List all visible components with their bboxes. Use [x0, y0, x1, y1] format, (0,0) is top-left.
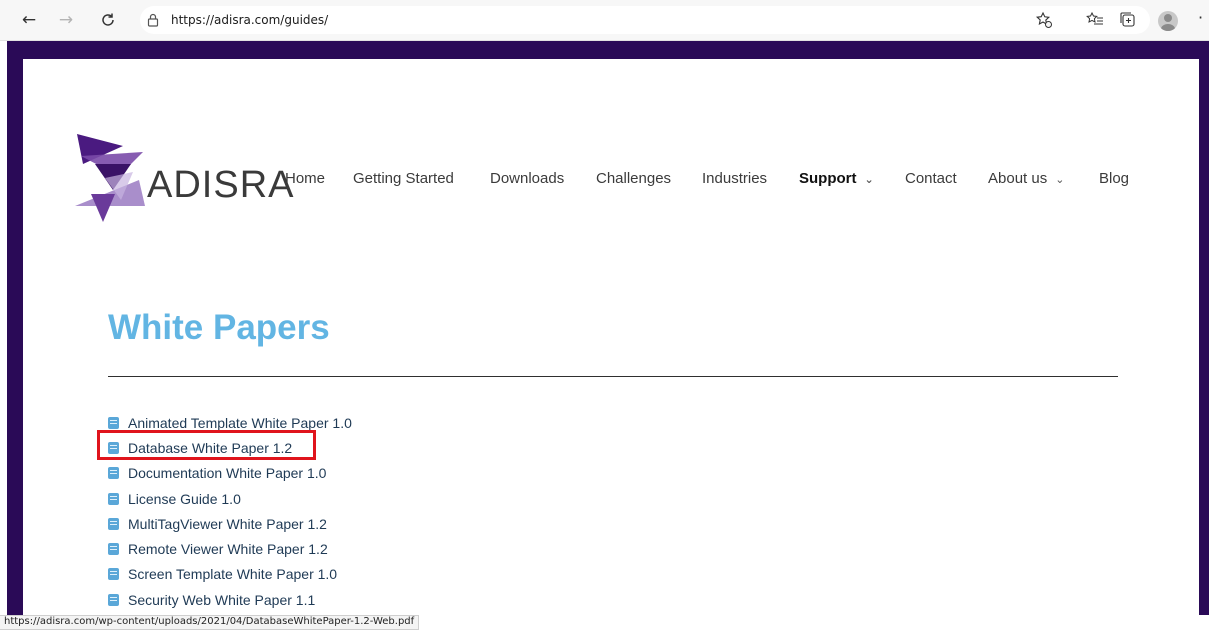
url-text[interactable]: https://adisra.com/guides/ [171, 13, 328, 27]
list-item: MultiTagViewer White Paper 1.2 [108, 511, 352, 536]
collections-icon[interactable] [1118, 10, 1138, 30]
favorites-icon[interactable] [1085, 10, 1105, 30]
nav-downloads[interactable]: Downloads [490, 170, 564, 187]
nav-industries[interactable]: Industries [702, 170, 767, 187]
paper-link[interactable]: Animated Template White Paper 1.0 [128, 415, 352, 431]
refresh-icon[interactable] [96, 8, 120, 32]
adisra-logo[interactable]: ADISRA [75, 134, 305, 224]
paper-link[interactable]: License Guide 1.0 [128, 491, 241, 507]
paper-link[interactable]: Documentation White Paper 1.0 [128, 465, 326, 481]
list-item: Screen Template White Paper 1.0 [108, 562, 352, 587]
document-icon [108, 517, 119, 530]
back-arrow-icon[interactable]: ← [17, 8, 41, 32]
nav-support-label: Support [799, 170, 857, 187]
nav-getting-started[interactable]: Getting Started [353, 170, 454, 187]
avatar-body [1161, 24, 1175, 31]
avatar-head [1164, 14, 1172, 22]
nav-about-us[interactable]: About us ⌄ [988, 170, 1064, 187]
list-item: License Guide 1.0 [108, 486, 352, 511]
paper-link[interactable]: Screen Template White Paper 1.0 [128, 566, 337, 582]
logo-text: ADISRA [147, 164, 295, 206]
list-item: Remote Viewer White Paper 1.2 [108, 536, 352, 561]
document-icon [108, 416, 119, 429]
paper-link[interactable]: Remote Viewer White Paper 1.2 [128, 541, 328, 557]
nav-home[interactable]: Home [285, 170, 325, 187]
page-content: ADISRA Home Getting Started Downloads Ch… [23, 59, 1199, 615]
paper-link[interactable]: MultiTagViewer White Paper 1.2 [128, 516, 327, 532]
title-divider [108, 376, 1118, 377]
paper-link[interactable]: Security Web White Paper 1.1 [128, 592, 315, 608]
adisra-logo-icon [75, 134, 145, 222]
lock-icon[interactable] [146, 12, 160, 28]
forward-arrow-icon[interactable]: → [54, 8, 78, 32]
page-title: White Papers [108, 308, 330, 347]
document-icon [108, 593, 119, 606]
chevron-down-icon: ⌄ [1055, 173, 1065, 186]
document-icon [108, 492, 119, 505]
profile-avatar[interactable] [1158, 11, 1178, 31]
address-bar[interactable]: https://adisra.com/guides/ [140, 6, 1150, 34]
highlight-box [97, 430, 316, 460]
list-item: Security Web White Paper 1.1 [108, 587, 352, 612]
page-frame: ADISRA Home Getting Started Downloads Ch… [7, 41, 1209, 615]
nav-support[interactable]: Support ⌄ [799, 170, 874, 187]
document-icon [108, 467, 119, 480]
document-icon [108, 543, 119, 556]
nav-contact[interactable]: Contact [905, 170, 957, 187]
nav-about-us-label: About us [988, 170, 1048, 187]
document-icon [108, 568, 119, 581]
list-item: Documentation White Paper 1.0 [108, 461, 352, 486]
nav-challenges[interactable]: Challenges [596, 170, 671, 187]
chevron-down-icon: ⌄ [864, 173, 874, 186]
more-options-icon[interactable]: · [1198, 8, 1203, 27]
nav-blog[interactable]: Blog [1099, 170, 1129, 187]
browser-toolbar: ← → https://adisra.com/guides/ · [0, 0, 1209, 41]
add-favorite-icon[interactable] [1034, 10, 1054, 30]
